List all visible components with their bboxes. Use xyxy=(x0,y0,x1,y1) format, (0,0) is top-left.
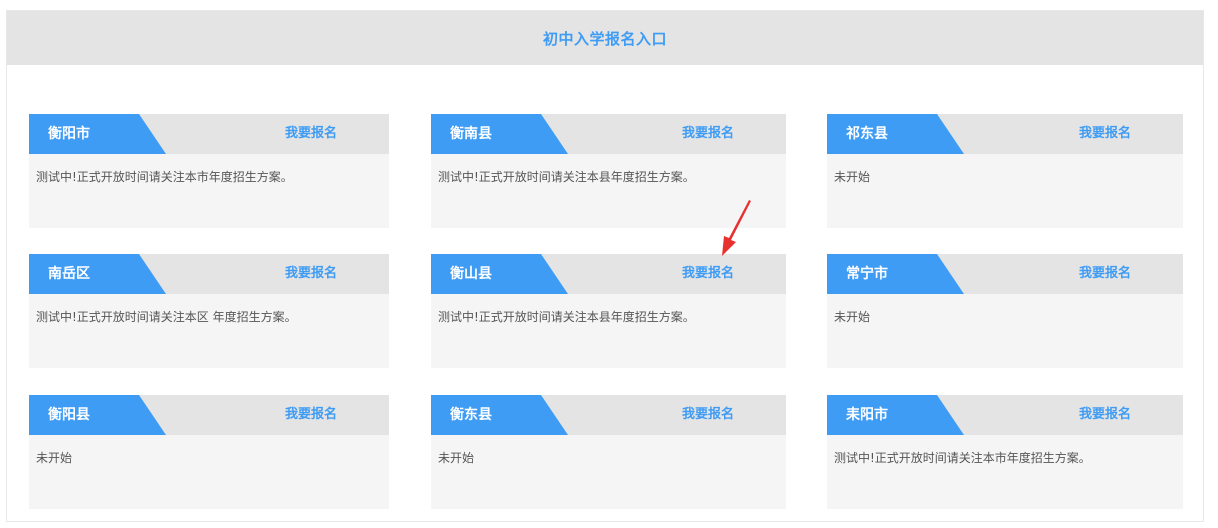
card-header: 衡南县 我要报名 xyxy=(431,114,786,154)
district-card-hengdong-county: 衡东县 我要报名 未开始 xyxy=(431,395,786,509)
card-status: 测试中!正式开放时间请关注本区 年度招生方案。 xyxy=(36,310,297,324)
district-name: 衡南县 xyxy=(450,126,492,142)
card-status: 测试中!正式开放时间请关注本市年度招生方案。 xyxy=(834,451,1091,465)
card-header: 耒阳市 我要报名 xyxy=(827,395,1183,435)
district-name: 祁东县 xyxy=(846,126,888,142)
register-link[interactable]: 我要报名 xyxy=(682,254,734,294)
district-card-hengyang-city: 衡阳市 我要报名 测试中!正式开放时间请关注本市年度招生方案。 xyxy=(29,114,389,228)
district-card-hengshan-county: 衡山县 我要报名 测试中!正式开放时间请关注本县年度招生方案。 xyxy=(431,254,786,368)
card-status: 测试中!正式开放时间请关注本市年度招生方案。 xyxy=(36,170,293,184)
red-pointer-arrow-icon xyxy=(722,200,751,256)
district-name: 南岳区 xyxy=(48,266,90,282)
district-name: 耒阳市 xyxy=(846,407,888,423)
district-name: 常宁市 xyxy=(846,266,888,282)
card-status: 测试中!正式开放时间请关注本县年度招生方案。 xyxy=(438,170,695,184)
register-link[interactable]: 我要报名 xyxy=(1079,254,1131,294)
district-name: 衡山县 xyxy=(450,266,492,282)
register-link[interactable]: 我要报名 xyxy=(682,114,734,154)
card-header: 衡阳市 我要报名 xyxy=(29,114,389,154)
register-link[interactable]: 我要报名 xyxy=(1079,395,1131,435)
register-link[interactable]: 我要报名 xyxy=(285,254,337,294)
card-header: 衡东县 我要报名 xyxy=(431,395,786,435)
district-card-hengyang-county: 衡阳县 我要报名 未开始 xyxy=(29,395,389,509)
district-card-qidong-county: 祁东县 我要报名 未开始 xyxy=(827,114,1183,228)
district-name: 衡阳县 xyxy=(48,407,90,423)
card-status: 未开始 xyxy=(834,170,871,184)
register-link[interactable]: 我要报名 xyxy=(285,114,337,154)
card-header: 祁东县 我要报名 xyxy=(827,114,1183,154)
district-card-leiyang-city: 耒阳市 我要报名 测试中!正式开放时间请关注本市年度招生方案。 xyxy=(827,395,1183,509)
district-card-nanyue-district: 南岳区 我要报名 测试中!正式开放时间请关注本区 年度招生方案。 xyxy=(29,254,389,368)
panel-header: 初中入学报名入口 xyxy=(7,11,1203,65)
register-link[interactable]: 我要报名 xyxy=(682,395,734,435)
card-header: 南岳区 我要报名 xyxy=(29,254,389,294)
district-name: 衡东县 xyxy=(450,407,492,423)
district-card-changning-city: 常宁市 我要报名 未开始 xyxy=(827,254,1183,368)
page-title: 初中入学报名入口 xyxy=(542,29,667,48)
card-header: 衡阳县 我要报名 xyxy=(29,395,389,435)
card-status: 未开始 xyxy=(834,310,871,324)
register-link[interactable]: 我要报名 xyxy=(1079,114,1131,154)
card-header: 衡山县 我要报名 xyxy=(431,254,786,294)
card-header: 常宁市 我要报名 xyxy=(827,254,1183,294)
card-status: 未开始 xyxy=(438,451,475,465)
card-status: 未开始 xyxy=(36,451,73,465)
register-link[interactable]: 我要报名 xyxy=(285,395,337,435)
card-status: 测试中!正式开放时间请关注本县年度招生方案。 xyxy=(438,310,695,324)
district-name: 衡阳市 xyxy=(48,126,90,142)
